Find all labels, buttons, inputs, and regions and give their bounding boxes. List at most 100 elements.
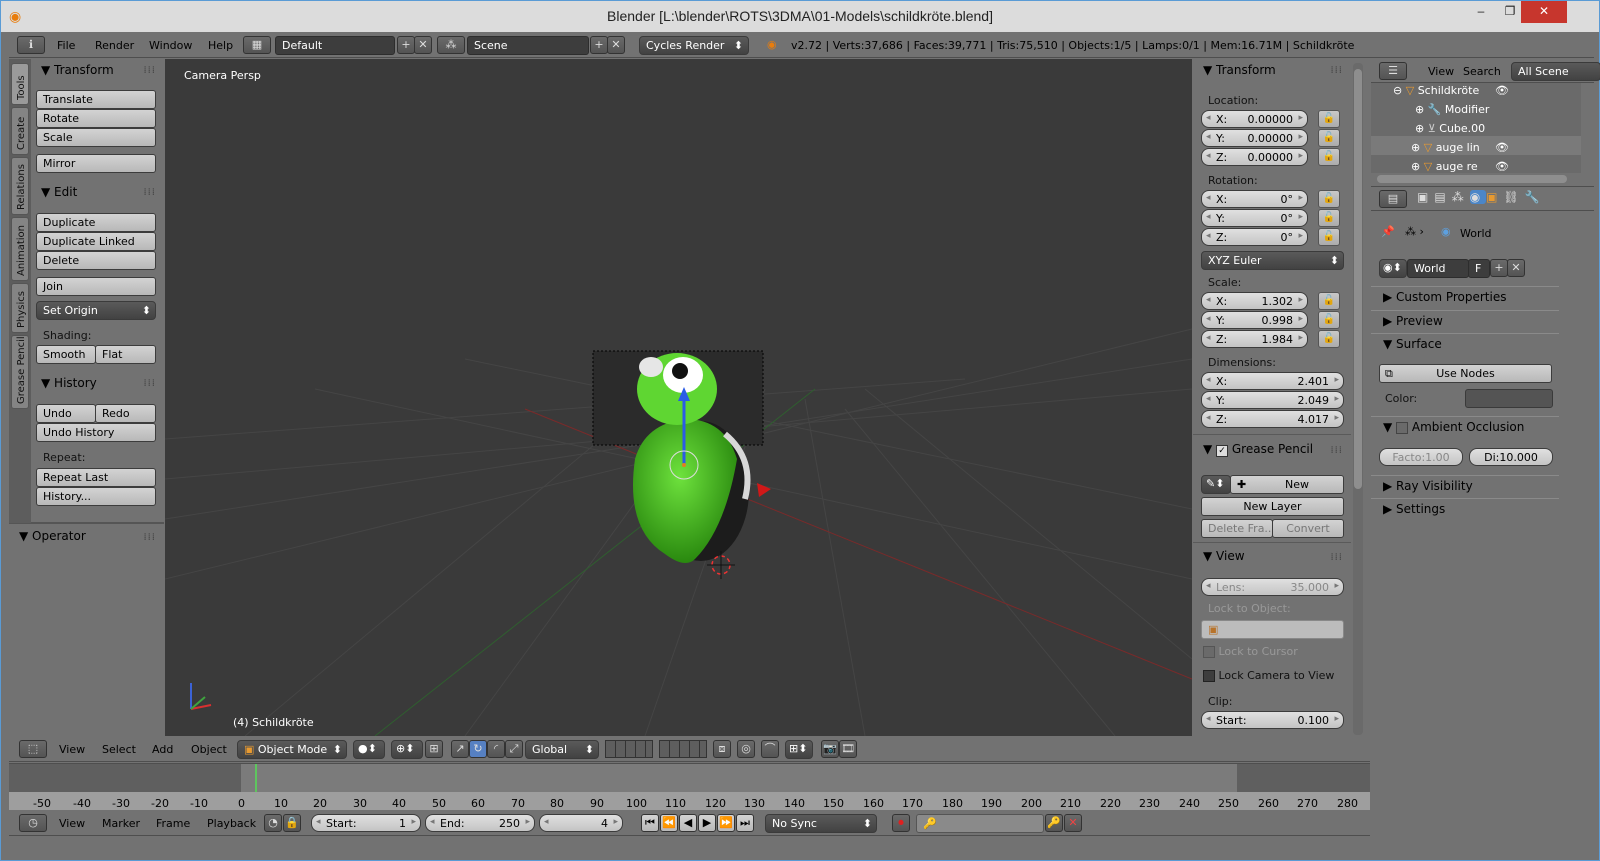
lens-field[interactable]: ◂ Lens: 35.000 ▸ [1201, 578, 1344, 596]
layer-buttons-a[interactable] [605, 740, 653, 758]
timeline-menu-frame[interactable]: Frame [156, 817, 190, 830]
lock-icon[interactable]: 🔓 [1318, 330, 1340, 348]
editor-type-icon[interactable]: ◷ [19, 814, 47, 832]
lock-camera-icon[interactable]: ⧈ [713, 740, 731, 758]
jump-start-icon[interactable]: ⏮ [641, 814, 659, 832]
clip-start-field[interactable]: ◂ Start: 0.100 ▸ [1201, 711, 1344, 729]
tab-relations[interactable]: Relations [11, 157, 29, 215]
set-origin-dropdown[interactable]: Set Origin ⬍ [36, 301, 156, 320]
dimensions-z-field[interactable]: ◂ Z: 4.017 ▸ [1201, 410, 1344, 428]
add-world-icon[interactable]: + [1490, 259, 1508, 277]
menu-select[interactable]: Select [102, 743, 136, 756]
end-frame-field[interactable]: ◂ End: 250 ▸ [425, 814, 535, 832]
lock-icon[interactable]: 🔓 [1318, 190, 1340, 208]
outliner-scope-dropdown[interactable]: All Scene [1511, 62, 1600, 81]
drag-handle-icon[interactable]: ⁞⁞⁞ [143, 187, 156, 198]
transform-section-title[interactable]: ▼ Transform [41, 63, 114, 77]
lock-icon[interactable]: 🔓 [1318, 129, 1340, 147]
remove-scene-icon[interactable]: ✕ [607, 36, 625, 54]
delete-keyframe-icon[interactable]: ✕ [1064, 814, 1082, 832]
pin-icon[interactable]: 📌 [1381, 225, 1395, 238]
editor-type-icon[interactable]: ⬚ [19, 740, 47, 758]
preview-range-icon[interactable]: ◔ [264, 814, 282, 832]
rotate-button[interactable]: Rotate [36, 109, 156, 128]
rotation-y-field[interactable]: ◂ Y: 0° ▸ [1201, 209, 1308, 227]
outliner-view-menu[interactable]: View [1428, 65, 1454, 78]
lock-icon[interactable]: 🔓 [1318, 148, 1340, 166]
layers-tab-icon[interactable]: ▤ [1434, 190, 1451, 204]
render-still-icon[interactable]: 📷 [821, 740, 839, 758]
screen-layout-field[interactable]: Default [275, 36, 395, 55]
manipulator-extra-icon[interactable]: ⤢ [505, 740, 523, 758]
view-section-title[interactable]: ▼ View [1203, 549, 1245, 563]
tab-physics[interactable]: Physics [11, 283, 29, 333]
layer-buttons-b[interactable] [659, 740, 707, 758]
rotation-z-field[interactable]: ◂ Z: 0° ▸ [1201, 228, 1308, 246]
ambient-occlusion-section[interactable]: ▼ Ambient Occlusion [1371, 416, 1559, 438]
menu-view[interactable]: View [59, 743, 85, 756]
tab-animation[interactable]: Animation [11, 217, 29, 281]
scene-icon[interactable]: ⁂ [437, 36, 465, 54]
lock-object-field[interactable]: ▣ [1201, 620, 1344, 639]
scale-y-field[interactable]: ◂ Y: 0.998 ▸ [1201, 311, 1308, 329]
screen-layout-icon[interactable]: ▦ [243, 36, 271, 54]
editor-type-icon[interactable]: ☰ [1379, 62, 1407, 80]
lock-camera-checkbox[interactable]: Lock Camera to View [1203, 669, 1334, 682]
editor-type-icon[interactable]: ▤ [1379, 190, 1407, 208]
ao-factor-field[interactable]: Facto:1.00 [1379, 448, 1463, 466]
repeat-history-button[interactable]: History... [36, 487, 156, 506]
gp-convert-button[interactable]: Convert [1272, 519, 1344, 538]
add-screen-icon[interactable]: + [397, 36, 415, 54]
object-tab-icon[interactable]: ▣ [1486, 190, 1503, 204]
operator-section-title[interactable]: ▼ Operator [19, 529, 86, 543]
outliner-search-menu[interactable]: Search [1463, 65, 1501, 78]
location-x-field[interactable]: ◂ X: 0.00000 ▸ [1201, 110, 1308, 128]
sync-dropdown[interactable]: No Sync ⬍ [765, 814, 877, 833]
gp-delete-frame-button[interactable]: Delete Fra... [1201, 519, 1273, 538]
dimensions-x-field[interactable]: ◂ X: 2.401 ▸ [1201, 372, 1344, 390]
current-frame-field[interactable]: ◂ 4 ▸ [539, 814, 623, 832]
scene-tab-icon[interactable]: ⁂ [1452, 190, 1470, 204]
start-frame-field[interactable]: ◂ Start: 1 ▸ [311, 814, 421, 832]
tab-grease-pencil[interactable]: Grease Pencil [11, 335, 29, 409]
editor-type-icon[interactable]: ℹ [17, 36, 45, 54]
outliner-item[interactable]: ⊕ ▽ auge re [1411, 160, 1478, 173]
3d-viewport[interactable]: Camera Persp (4) Schildkröte [165, 59, 1192, 736]
snap-element-dropdown[interactable]: ⊞⬍ [785, 740, 813, 759]
render-engine-dropdown[interactable]: Cycles Render ⬍ [639, 36, 749, 55]
delete-button[interactable]: Delete [36, 251, 156, 270]
smooth-button[interactable]: Smooth [36, 345, 96, 364]
manipulator-translate-icon[interactable]: ↗ [451, 740, 469, 758]
lock-icon[interactable]: 🔓 [1318, 311, 1340, 329]
timeline[interactable] [9, 763, 1370, 810]
menu-add[interactable]: Add [152, 743, 173, 756]
world-tab-icon[interactable]: ◉ [1469, 190, 1487, 204]
translate-button[interactable]: Translate [36, 90, 156, 109]
gp-new-layer-button[interactable]: New Layer [1201, 497, 1344, 516]
rotation-x-field[interactable]: ◂ X: 0° ▸ [1201, 190, 1308, 208]
drag-handle-icon[interactable]: ⁞⁞⁞ [1330, 552, 1343, 563]
history-section-title[interactable]: ▼ History [41, 376, 97, 390]
undo-history-button[interactable]: Undo History [36, 423, 156, 442]
snap-toggle-icon[interactable]: ⌒ [761, 740, 779, 758]
proportional-edit-icon[interactable]: ◎ [737, 740, 755, 758]
lock-icon[interactable]: 🔓 [1318, 228, 1340, 246]
remove-world-icon[interactable]: ✕ [1507, 259, 1525, 277]
flat-button[interactable]: Flat [95, 345, 156, 364]
outliner-item[interactable]: ⊕ ⊻ Cube.00 [1415, 122, 1485, 135]
ray-visibility-section[interactable]: ▶ Ray Visibility [1371, 475, 1559, 497]
scale-button[interactable]: Scale [36, 128, 156, 147]
visibility-eye-icon[interactable]: 👁 [1495, 84, 1509, 97]
jump-end-icon[interactable]: ⏭ [736, 814, 754, 832]
menu-render[interactable]: Render [95, 39, 134, 52]
undo-button[interactable]: Undo [36, 404, 96, 423]
tab-tools[interactable]: Tools [11, 63, 29, 105]
insert-keyframe-icon[interactable]: 🔑 [1045, 814, 1063, 832]
fake-user-button[interactable]: F [1468, 259, 1490, 278]
timeline-menu-marker[interactable]: Marker [102, 817, 140, 830]
edit-section-title[interactable]: ▼ Edit [41, 185, 77, 199]
menu-help[interactable]: Help [208, 39, 233, 52]
close-button[interactable]: ✕ [1521, 1, 1567, 23]
mirror-button[interactable]: Mirror [36, 154, 156, 173]
outliner-item[interactable]: ⊖ ▽ Schildkröte [1393, 84, 1479, 97]
